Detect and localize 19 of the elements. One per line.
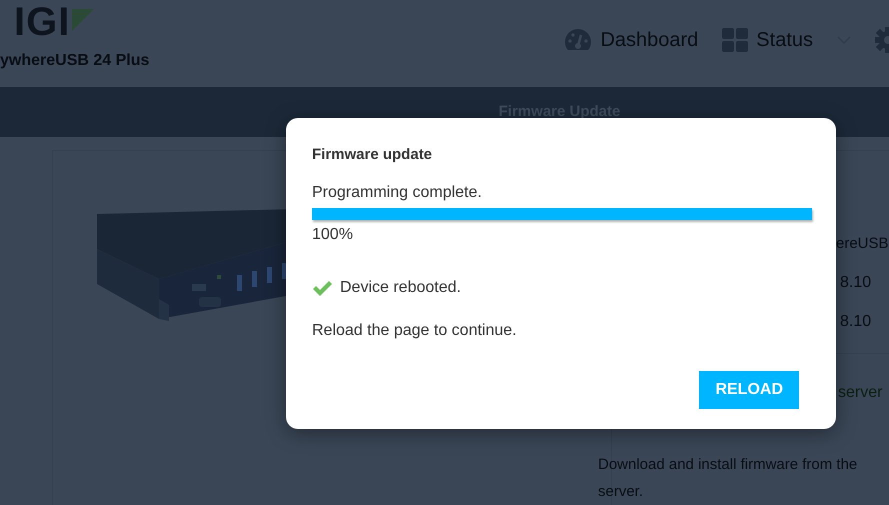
status-text: Programming complete. (312, 182, 483, 202)
grid-icon (722, 28, 748, 52)
dialog-title: Firmware update (312, 145, 434, 165)
logo-mark-icon (70, 8, 94, 31)
server-link[interactable]: server (838, 381, 882, 448)
message-text: Reload the page to continue. (312, 320, 518, 340)
nav-link[interactable]: Status (722, 24, 813, 54)
settings-icon[interactable] (875, 26, 889, 52)
nav-link[interactable]: Dashboard (564, 24, 698, 54)
description: Download and install firmware from the server. (598, 455, 858, 502)
dashboard-icon (564, 28, 592, 52)
logo-text: IGI (14, 2, 70, 42)
detail-value: ereUSB (836, 234, 889, 254)
product-name: ywhereUSB 24 Plus (0, 51, 150, 71)
reload-button[interactable]: RELOAD (699, 370, 799, 408)
progress-reading: 100% (312, 224, 354, 244)
detail-value: 8.10 (840, 272, 872, 292)
result-text: Device rebooted. (340, 278, 461, 298)
detail-value: 8.10 (840, 312, 872, 332)
